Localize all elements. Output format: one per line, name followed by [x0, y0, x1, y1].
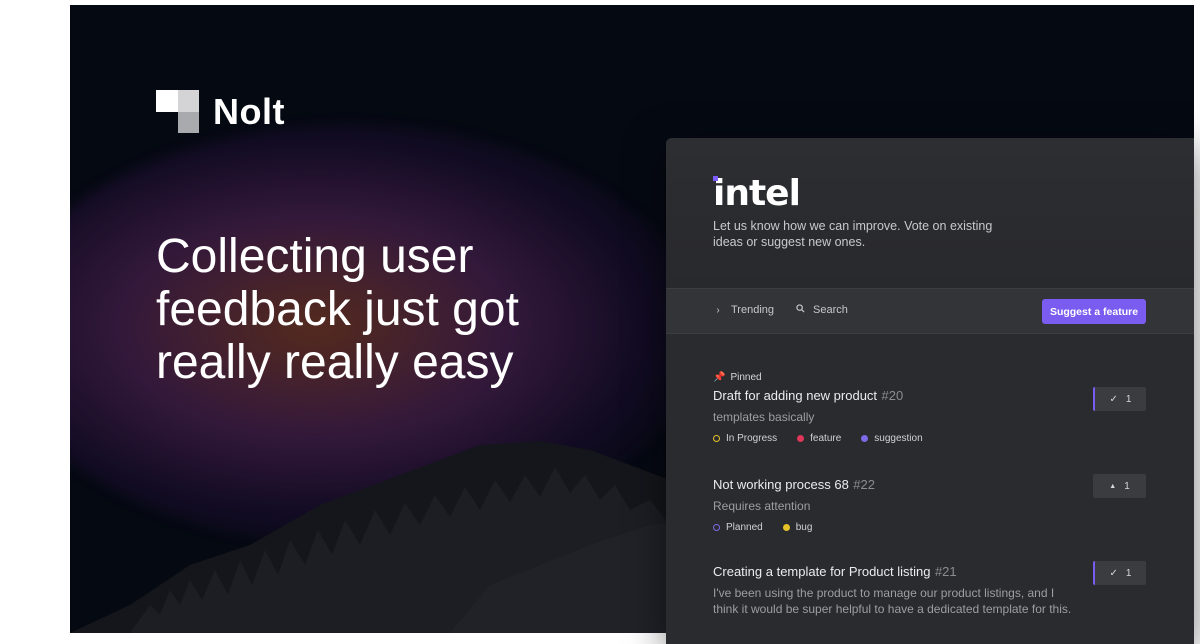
- post-title-row: Draft for adding new product #20: [713, 387, 1133, 405]
- post-description: I've been using the product to manage ou…: [713, 586, 1072, 616]
- search-placeholder: Search: [813, 304, 848, 316]
- post-item[interactable]: Creating a template for Product listing …: [713, 563, 1133, 617]
- vote-count: 1: [1124, 480, 1130, 492]
- search-input[interactable]: Search: [795, 304, 848, 316]
- nolt-logo-mark: [156, 90, 199, 133]
- board-toolbar: › Trending Search Suggest a feature: [666, 288, 1194, 334]
- post-title-row: Not working process 68 #22: [713, 476, 1133, 494]
- pin-icon: 📌: [713, 372, 726, 383]
- chevron-right-icon: ›: [716, 304, 720, 316]
- post-tags: Planned bug: [713, 522, 1133, 533]
- post-title[interactable]: Not working process 68: [713, 477, 849, 492]
- feedback-board-card: intel Let us know how we can improve. Vo…: [666, 138, 1194, 644]
- vote-button[interactable]: ▲ 1: [1093, 474, 1146, 498]
- category-tag[interactable]: bug: [782, 522, 813, 533]
- status-ring-icon: [713, 524, 720, 531]
- tag-label: bug: [795, 522, 813, 533]
- headline-line: Collecting user: [156, 230, 474, 283]
- post-title[interactable]: Creating a template for Product listing: [713, 564, 931, 579]
- trending-label: Trending: [731, 304, 775, 316]
- post-title-row: Creating a template for Product listing …: [713, 563, 1133, 581]
- vote-count: 1: [1125, 393, 1132, 405]
- status-tag[interactable]: Planned: [713, 522, 763, 533]
- tag-label: suggestion: [874, 433, 923, 444]
- trending-filter[interactable]: › Trending: [713, 304, 774, 316]
- tag-label: feature: [810, 433, 842, 444]
- logo-text: Nolt: [213, 90, 285, 132]
- post-number: #20: [881, 388, 904, 403]
- status-ring-icon: [713, 435, 720, 442]
- headline-line: really really easy: [156, 336, 514, 389]
- post-description: templates basically: [713, 410, 815, 424]
- tag-label: Planned: [726, 522, 763, 533]
- post-title[interactable]: Draft for adding new product: [713, 388, 877, 403]
- check-icon: ✓: [1109, 393, 1118, 405]
- vote-button[interactable]: ✓ 1: [1093, 561, 1146, 585]
- board-tagline: Let us know how we can improve. Vote on …: [713, 219, 993, 249]
- post-description: Requires attention: [713, 499, 811, 513]
- company-logo-accent: [713, 176, 718, 181]
- post-number: #21: [934, 564, 957, 579]
- headline-line: feedback just got: [156, 283, 519, 336]
- post-tags: In Progress feature suggestion: [713, 433, 1133, 444]
- tag-dot-icon: [861, 435, 869, 442]
- upvote-arrow-icon: ▲: [1109, 482, 1117, 490]
- tag-label: In Progress: [726, 433, 778, 444]
- category-tag[interactable]: suggestion: [861, 433, 923, 444]
- category-tag[interactable]: feature: [797, 433, 841, 444]
- post-item[interactable]: Not working process 68 #22 Requires atte…: [713, 476, 1133, 533]
- post-number: #22: [853, 477, 875, 492]
- page: Nolt Collecting user feedback just got r…: [0, 0, 1200, 644]
- tag-dot-icon: [782, 524, 790, 531]
- nolt-logo[interactable]: Nolt: [156, 90, 285, 133]
- company-logo: intel: [713, 173, 801, 214]
- vote-button[interactable]: ✓ 1: [1093, 387, 1146, 411]
- board-header: intel Let us know how we can improve. Vo…: [666, 138, 1194, 288]
- hero-headline: Collecting user feedback just got really…: [156, 230, 576, 389]
- search-icon: [795, 304, 805, 316]
- check-icon: ✓: [1109, 567, 1118, 579]
- post-item[interactable]: 📌 Pinned Draft for adding new product #2…: [713, 372, 1133, 444]
- suggest-feature-button[interactable]: Suggest a feature: [1042, 299, 1146, 324]
- status-tag[interactable]: In Progress: [713, 433, 777, 444]
- tag-dot-icon: [797, 435, 805, 442]
- pinned-label: Pinned: [730, 372, 762, 383]
- vote-count: 1: [1125, 567, 1132, 579]
- pinned-badge: 📌 Pinned: [713, 372, 1133, 383]
